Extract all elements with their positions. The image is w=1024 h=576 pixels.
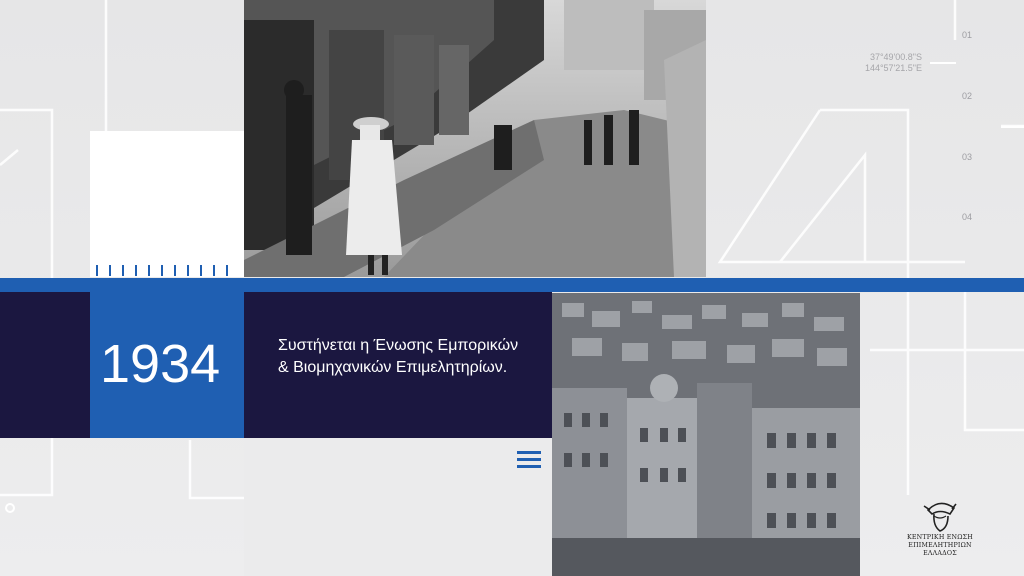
navy-band-left (0, 292, 90, 438)
city-buildings-photo (552, 293, 860, 576)
event-caption: Συστήνεται η Ένωσης Εμπορικών & Βιομηχαν… (278, 335, 548, 379)
logo-line-1: ΚΕΝΤΡΙΚΗ ΕΝΩΣΗ (906, 534, 973, 541)
tick-marks (96, 265, 228, 276)
market-street-photo (244, 0, 706, 277)
coordinates-dash (930, 62, 956, 64)
logo-text: ΚΕΝΤΡΙΚΗ ΕΝΩΣΗ ΕΠΙΜΕΛΗΤΗΡΙΩΝ ΕΛΛΑΔΟΣ (900, 534, 980, 558)
hamburger-menu-icon[interactable] (517, 451, 541, 469)
timeline-slide: 1934 Συστήνεται η Ένωσης Εμπορικών & Βιο… (0, 0, 1024, 576)
hermes-head-icon (923, 502, 957, 532)
caption-line-1: Συστήνεται η Ένωσης Εμπορικών (278, 337, 519, 354)
white-accent-block (90, 131, 244, 277)
index-dash (1001, 126, 1024, 128)
logo-line-3: ΕΛΛΑΔΟΣ (923, 550, 957, 557)
chamber-logo: ΚΕΝΤΡΙΚΗ ΕΝΩΣΗ ΕΠΙΜΕΛΗΤΗΡΙΩΝ ΕΛΛΑΔΟΣ (900, 496, 980, 566)
timeline-band (0, 278, 1024, 292)
coordinates-readout: 37°49'00.8"S 144°57'21.5"E (846, 52, 922, 74)
index-number-3: 03 (962, 152, 973, 162)
index-number-4: 04 (962, 212, 973, 222)
year-label: 1934 (100, 334, 221, 394)
longitude: 144°57'21.5"E (864, 63, 922, 73)
logo-line-2: ΕΠΙΜΕΛΗΤΗΡΙΩΝ (908, 542, 972, 549)
index-number-1: 01 (962, 30, 973, 40)
latitude: 37°49'00.8"S (869, 52, 922, 62)
index-number-2: 02 (962, 91, 973, 101)
lower-panel (244, 438, 552, 576)
caption-line-2: & Βιομηχανικών Επιμελητηρίων. (278, 359, 508, 376)
